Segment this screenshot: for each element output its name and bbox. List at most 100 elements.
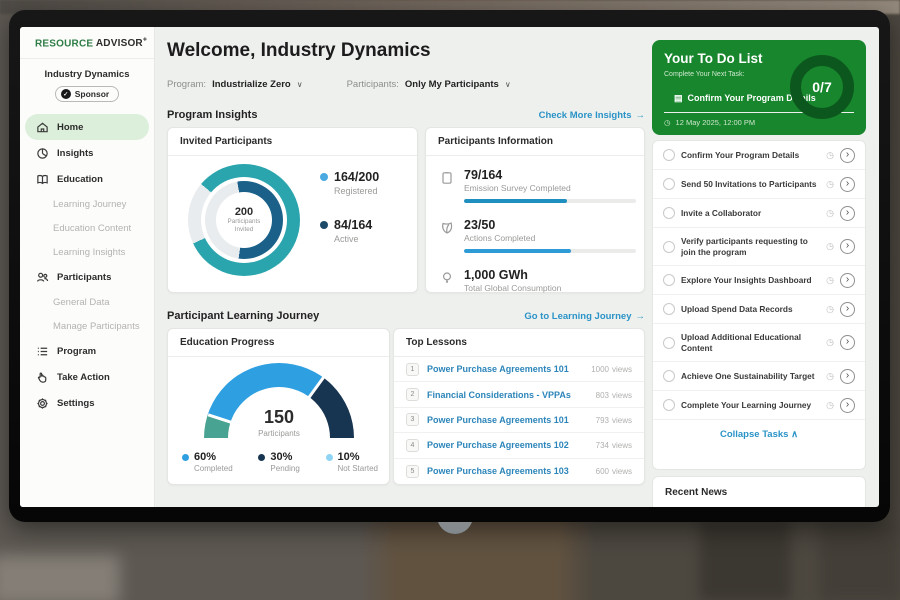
chevron-down-icon: ∨	[505, 80, 511, 89]
sidebar-item-insights[interactable]: Insights	[25, 140, 149, 166]
sidebar-item-home[interactable]: Home	[25, 114, 149, 140]
sidebar-item-program[interactable]: Program	[25, 338, 149, 364]
participants-info-body: 79/164 Emission Survey Completed 23/50 A…	[426, 156, 644, 305]
org-name: Industry Dynamics	[20, 69, 154, 80]
task-open-button[interactable]: ›	[840, 206, 855, 221]
task-checkbox[interactable]	[663, 178, 675, 190]
collapse-caret-icon: ∧	[791, 429, 798, 440]
arrow-right-icon: →	[636, 311, 646, 322]
clock-icon: ◷	[826, 179, 834, 190]
card-title: Education Progress	[168, 329, 389, 357]
participants-filter[interactable]: Participants: Only My Participants ∨	[347, 79, 511, 90]
participants-icon	[36, 271, 49, 284]
learning-journey-header: Participant Learning Journey Go to Learn…	[167, 310, 645, 322]
program-insights-header: Program Insights Check More Insights→	[167, 109, 645, 121]
sidebar-item-participants[interactable]: Participants	[25, 264, 149, 290]
task-checkbox[interactable]	[663, 370, 675, 382]
task-open-button[interactable]: ›	[840, 302, 855, 317]
clock-icon: ◷	[826, 208, 834, 219]
invited-donut-inner: 200 ParticipantsInvited	[205, 181, 283, 259]
task-open-button[interactable]: ›	[840, 239, 855, 254]
task-checkbox[interactable]	[663, 241, 675, 253]
donut-center: 200 ParticipantsInvited	[216, 192, 272, 248]
sidebar-item-general-data[interactable]: General Data	[25, 290, 149, 314]
participants-information-card: Participants Information 79/164 Emission…	[425, 127, 645, 293]
legend-not-started: 10% Not Started	[326, 451, 378, 473]
sidebar-item-manage-participants[interactable]: Manage Participants	[25, 314, 149, 338]
logo-advisor: ADVISOR+	[96, 38, 147, 49]
task-checkbox[interactable]	[663, 149, 675, 161]
lesson-link[interactable]: Power Purchase Agreements 102	[427, 440, 585, 450]
task-open-button[interactable]: ›	[840, 148, 855, 163]
legend-dot	[182, 454, 189, 461]
clock-icon: ◷	[826, 337, 834, 348]
lesson-link[interactable]: Power Purchase Agreements 101	[427, 364, 580, 374]
logo-resource: RESOURCE	[35, 38, 93, 49]
task-row: Achieve One Sustainability Target ◷ ›	[653, 362, 865, 391]
sponsor-label: Sponsor	[75, 89, 109, 99]
progress-fill	[464, 249, 571, 253]
sidebar-item-learning-journey[interactable]: Learning Journey	[25, 192, 149, 216]
lesson-link[interactable]: Power Purchase Agreements 101	[427, 415, 585, 425]
task-checkbox[interactable]	[663, 399, 675, 411]
sidebar-item-education[interactable]: Education	[25, 166, 149, 192]
sidebar-item-take-action[interactable]: Take Action	[25, 364, 149, 390]
lesson-views: 803views	[593, 389, 632, 401]
task-open-button[interactable]: ›	[840, 369, 855, 384]
clock-icon: ◷	[826, 400, 834, 411]
go-to-learning-journey-link[interactable]: Go to Learning Journey→	[524, 311, 645, 322]
lesson-views: 600views	[593, 465, 632, 477]
legend-active: 84/164 Active	[320, 218, 379, 244]
task-checkbox[interactable]	[663, 303, 675, 315]
sidebar-item-learning-insights[interactable]: Learning Insights	[25, 240, 149, 264]
task-row: Explore Your Insights Dashboard ◷ ›	[653, 266, 865, 295]
survey-icon	[440, 171, 454, 185]
legend-dot	[258, 454, 265, 461]
sponsor-badge[interactable]: ✓ Sponsor	[55, 86, 119, 102]
arrow-right-icon: →	[636, 110, 646, 121]
program-filter[interactable]: Program: Industrialize Zero ∨	[167, 79, 303, 90]
lesson-views: 1000views	[588, 363, 632, 375]
donut-center-label: ParticipantsInvited	[228, 218, 261, 234]
task-open-button[interactable]: ›	[840, 335, 855, 350]
clipboard-icon: ▤	[674, 93, 683, 104]
sidebar-item-settings[interactable]: Settings	[25, 390, 149, 416]
task-open-button[interactable]: ›	[840, 273, 855, 288]
task-checkbox[interactable]	[663, 207, 675, 219]
chevron-down-icon: ∨	[297, 80, 303, 89]
task-checkbox[interactable]	[663, 274, 675, 286]
education-legend: 60% Completed 30% Pending 10% Not Starte…	[182, 451, 378, 473]
sidebar-menu: Home Insights Education Learning Journey…	[20, 114, 154, 416]
task-open-button[interactable]: ›	[840, 177, 855, 192]
lesson-link[interactable]: Power Purchase Agreements 103	[427, 466, 585, 476]
card-title: Invited Participants	[168, 128, 417, 156]
task-open-button[interactable]: ›	[840, 398, 855, 413]
sidebar: RESOURCE ADVISOR+ Industry Dynamics ✓ Sp…	[20, 27, 155, 507]
task-checkbox[interactable]	[663, 337, 675, 349]
task-row: Invite a Collaborator ◷ ›	[653, 199, 865, 228]
sidebar-item-education-content[interactable]: Education Content	[25, 216, 149, 240]
check-more-insights-link[interactable]: Check More Insights→	[539, 110, 645, 121]
gauge-center: 150 Participants	[204, 407, 354, 438]
lesson-rank: 2	[406, 388, 419, 401]
legend-dot	[320, 221, 328, 229]
lesson-link[interactable]: Financial Considerations - VPPAs	[427, 390, 585, 400]
card-title: Participants Information	[426, 128, 644, 156]
actions-progress-bar	[464, 249, 636, 253]
donut-hole: 200 ParticipantsInvited	[201, 177, 287, 263]
photo-background-shape	[820, 520, 900, 600]
home-icon	[36, 121, 49, 134]
insights-icon	[36, 147, 49, 160]
lesson-views: 793views	[593, 414, 632, 426]
clock-icon: ◷	[826, 150, 834, 161]
sidebar-divider	[20, 58, 154, 59]
filters-row: Program: Industrialize Zero ∨ Participan…	[167, 79, 511, 90]
collapse-tasks-link[interactable]: Collapse Tasks ∧	[653, 420, 865, 449]
task-row: Upload Additional Educational Content ◷ …	[653, 324, 865, 362]
consumption-icon	[440, 271, 454, 285]
sponsor-icon: ✓	[61, 89, 71, 99]
actions-icon	[440, 221, 454, 235]
lesson-row: 3 Power Purchase Agreements 101 793views	[394, 408, 644, 433]
todo-task-list: Confirm Your Program Details ◷ › Send 50…	[652, 140, 866, 470]
task-row: Send 50 Invitations to Participants ◷ ›	[653, 170, 865, 199]
